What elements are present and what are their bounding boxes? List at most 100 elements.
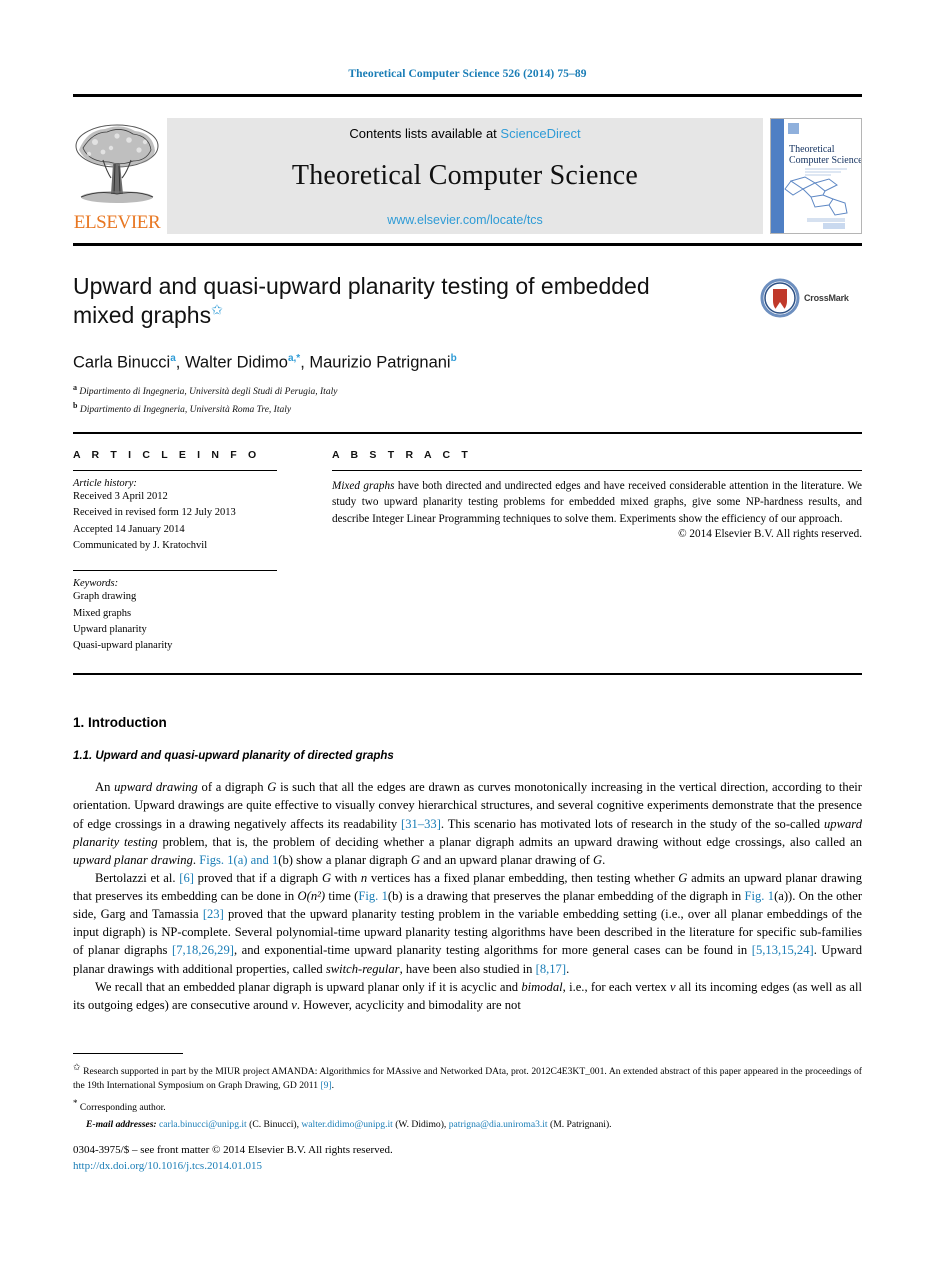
text-run-italic: G [410,852,420,867]
author-name[interactable]: Walter Didimo [185,353,288,371]
citation-link[interactable]: [23] [203,907,224,921]
affiliation-text: Dipartimento di Ingegneria, Università R… [79,404,292,415]
elsevier-tree-icon [73,120,161,212]
history-item: Received 3 April 2012 [73,491,168,503]
footnote-asterisk-mark: * [73,1098,78,1108]
text-run-italic: upward drawing [114,780,198,795]
email-link[interactable]: patrigna@dia.uniroma3.it [449,1119,548,1130]
elsevier-wordmark: ELSEVIER [73,212,161,233]
email-owner: (C. Binucci), [249,1119,299,1131]
history-item: Communicated by J. Kratochvil [73,539,208,551]
body-paragraph: An upward drawing of a digraph G is such… [73,778,862,869]
history-item: Accepted 14 January 2014 [73,523,185,535]
figure-link[interactable]: Fig. 1 [358,889,388,903]
keywords-block: Keywords: Graph drawing Mixed graphs Upw… [73,578,277,654]
affiliation-mark: b [73,400,78,410]
text-run: (b) show a planar digraph [278,852,411,867]
email-addresses-label: E-mail addresses: [86,1119,157,1131]
elsevier-logo: ELSEVIER [73,118,161,232]
doi-link[interactable]: http://dx.doi.org/10.1016/j.tcs.2014.01.… [73,1159,393,1175]
abstract-lead-italic: Mixed graphs [332,480,395,493]
affiliation-text: Dipartimento di Ingegneria, Università d… [79,387,338,398]
paper-title-text: Upward and quasi-upward planarity testin… [73,273,650,329]
journal-cover-image: Theoretical Computer Science [771,119,861,233]
affiliation-item: b Dipartimento di Ingegneria, Università… [73,400,862,417]
masthead-top-rule [73,94,862,97]
section-heading: 1. Introduction [73,715,167,731]
figure-link[interactable]: Figs. 1(a) and 1 [199,853,278,867]
body-paragraph: We recall that an embedded planar digrap… [73,978,862,1014]
text-run-italic: G [267,780,277,795]
text-run: Bertolazzi et al. [95,870,180,885]
title-block: Upward and quasi-upward planarity testin… [73,272,862,417]
article-info-column: A R T I C L E I N F O Article history: R… [73,449,301,654]
contents-available-line: Contents lists available at ScienceDirec… [349,126,580,141]
citation-link[interactable]: [7,18,26,29] [172,943,234,957]
citation-link[interactable]: [6] [179,871,194,885]
journal-title: Theoretical Computer Science [291,160,639,191]
journal-homepage-link[interactable]: www.elsevier.com/locate/tcs [387,213,543,227]
crossmark-badge[interactable]: CrossMark [760,276,860,320]
affiliation-mark: a [73,383,77,393]
journal-cover-thumbnail[interactable]: Theoretical Computer Science [770,118,862,234]
info-abstract-area: A R T I C L E I N F O Article history: R… [73,449,862,654]
article-body: 1. Introduction 1.1. Upward and quasi-up… [73,715,862,1014]
text-run-italic: G [321,870,332,885]
contents-prefix: Contents lists available at [349,126,501,141]
running-head: Theoretical Computer Science 526 (2014) … [348,68,587,80]
keyword-item: Upward planarity [73,623,147,635]
text-run: and an upward planar drawing of [419,852,594,867]
text-run: vertices has a fixed planar embedding, t… [367,870,679,885]
corresponding-author-text: Corresponding author. [79,1102,166,1114]
text-run: . However, acyclicity and bimodality are… [296,997,521,1012]
page-content: Theoretical Computer Science 526 (2014) … [73,0,862,1014]
body-paragraph: Bertolazzi et al. [6] proved that if a d… [73,869,862,978]
text-run: , and exponential-time upward planarity … [233,943,752,958]
citation-link[interactable]: [5,13,15,24] [752,943,814,957]
citation-link[interactable]: [9] [320,1080,331,1091]
citation-link[interactable]: [8,17] [536,962,566,976]
figure-link[interactable]: Fig. 1 [744,889,774,903]
text-run: . [566,961,570,976]
email-owner: (W. Didimo), [395,1119,447,1131]
keyword-item: Graph drawing [73,591,137,603]
email-link[interactable]: carla.binucci@unipg.it [159,1119,247,1130]
text-run: of a digraph [197,780,268,795]
abstract-text: Mixed graphs have both directed and undi… [332,478,862,527]
author-affiliation-mark: b [450,352,457,364]
text-run: (b) is a drawing that preserves the plan… [387,889,745,904]
text-run-italic: upward planar drawing [73,852,193,867]
abstract-heading: A B S T R A C T [332,449,472,462]
text-run: problem, that is, the problem of decidin… [157,834,862,849]
article-info-heading: A R T I C L E I N F O [73,449,261,462]
footnote-rule [73,1053,183,1054]
email-owner: (M. Patrignani). [550,1119,612,1131]
keyword-item: Quasi-upward planarity [73,640,173,652]
email-link[interactable]: walter.didimo@unipg.it [301,1119,392,1130]
journal-band: Contents lists available at ScienceDirec… [167,118,763,234]
text-run-italic: G [593,852,603,867]
text-run: , have been also studied in [399,961,536,976]
article-history-list: Received 3 April 2012 Received in revise… [73,489,277,554]
affiliation-list: a Dipartimento di Ingegneria, Università… [73,382,862,417]
title-footnote-mark[interactable]: ✩ [211,302,223,318]
keywords-list: Graph drawing Mixed graphs Upward planar… [73,589,277,654]
text-run-italic: switch-regular [325,961,400,976]
author-name[interactable]: Maurizio Patrignani [309,353,450,371]
citation-link[interactable]: [31–33] [401,817,441,831]
footnote-emails: E-mail addresses: carla.binucci@unipg.it… [73,1118,862,1132]
masthead-bottom-rule [73,243,862,246]
journal-article-page: Theoretical Computer Science 526 (2014) … [0,0,935,1266]
text-run: We recall that an embedded planar digrap… [95,979,522,994]
author-name[interactable]: Carla Binucci [73,353,170,371]
footnote-text: Research supported in part by the MIUR p… [73,1066,862,1092]
journal-masthead: ELSEVIER Contents lists available at Sci… [73,114,862,240]
sciencedirect-link[interactable]: ScienceDirect [500,126,580,141]
front-matter-line: 0304-3975/$ – see front matter © 2014 El… [73,1144,393,1156]
article-info-divider [73,470,277,472]
footnote-corresponding: * Corresponding author. [73,1097,862,1115]
issn-block: 0304-3975/$ – see front matter © 2014 El… [73,1143,393,1175]
history-item: Received in revised form 12 July 2013 [73,507,236,519]
keyword-item: Mixed graphs [73,607,132,619]
author-list: Carla Binuccia, Walter Didimoa,*, Mauriz… [73,352,457,372]
